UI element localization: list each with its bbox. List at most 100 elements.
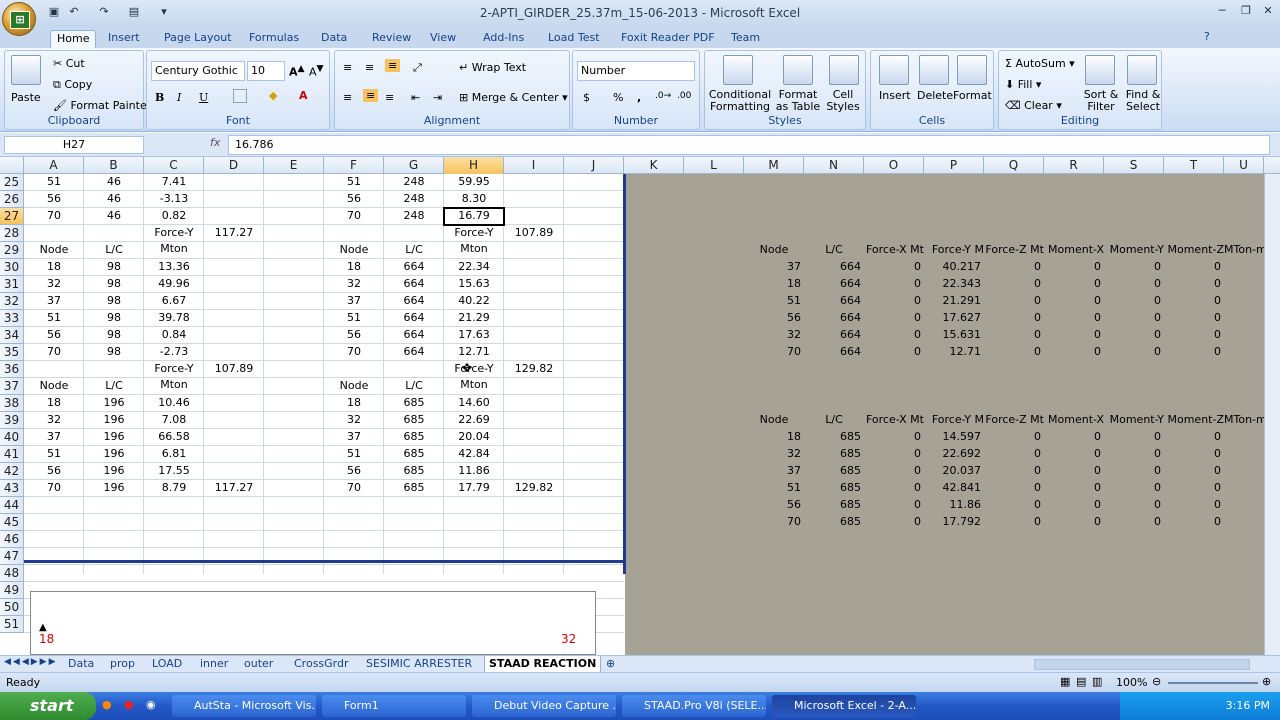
right-table-cell[interactable]: 22.692 — [924, 446, 984, 463]
align-left-icon[interactable]: ≡ — [343, 91, 352, 104]
right-table-cell[interactable]: 664 — [804, 276, 864, 293]
insert-cells-icon[interactable] — [879, 55, 909, 85]
row-header-51[interactable]: 51 — [0, 616, 24, 633]
autosum-button[interactable]: Σ AutoSum ▾ — [1005, 57, 1075, 70]
right-table-cell[interactable]: 40.217 — [924, 259, 984, 276]
cell[interactable]: 12.71 — [444, 344, 504, 361]
cell[interactable]: 98 — [84, 293, 144, 310]
right-table-cell[interactable]: 0 — [864, 344, 924, 361]
cell[interactable]: Node — [324, 378, 384, 395]
sheet-tab-staad-reaction[interactable]: STAAD REACTION — [484, 656, 602, 673]
right-table-cell[interactable]: 0 — [1044, 497, 1104, 514]
page-layout-view-icon[interactable]: ▤ — [1076, 675, 1086, 688]
right-table-header[interactable]: MTon-m — [1224, 242, 1264, 259]
right-table-header[interactable]: Moment-Z — [1164, 412, 1225, 429]
underline-icon[interactable]: U — [199, 91, 208, 104]
row-header-47[interactable]: 47 — [0, 548, 24, 565]
shrink-font-icon[interactable]: A▼ — [309, 63, 324, 79]
cell-header-force-y[interactable]: Force-Y Mton — [444, 361, 504, 395]
sheet-tab-inner[interactable]: inner — [196, 656, 232, 673]
right-table-cell[interactable]: 685 — [804, 463, 864, 480]
cell[interactable]: 17.63 — [444, 327, 504, 344]
right-table-header[interactable]: L/C — [804, 412, 864, 429]
right-table-cell[interactable]: 0 — [1044, 344, 1104, 361]
right-table-cell[interactable]: 0 — [1164, 327, 1224, 344]
cell[interactable]: Node — [24, 242, 84, 259]
borders-icon[interactable] — [233, 89, 247, 103]
cell[interactable]: 37 — [24, 429, 84, 446]
cell[interactable]: Node — [24, 378, 84, 395]
right-table-cell[interactable]: 18 — [744, 276, 804, 293]
right-table-cell[interactable]: 0 — [864, 446, 924, 463]
cell[interactable]: 685 — [384, 480, 444, 497]
row-header-27[interactable]: 27 — [0, 208, 24, 225]
cell[interactable]: 664 — [384, 293, 444, 310]
cell-styles-icon[interactable] — [829, 55, 859, 85]
right-table-cell[interactable]: 0 — [1044, 276, 1104, 293]
cell[interactable]: 70 — [24, 208, 84, 225]
right-table-header[interactable]: Force-X Mt — [864, 412, 924, 429]
increase-indent-icon[interactable]: ⇥ — [433, 91, 442, 104]
row-header-30[interactable]: 30 — [0, 259, 24, 276]
cell[interactable]: 10.46 — [144, 395, 204, 412]
cell[interactable]: 664 — [384, 276, 444, 293]
right-table-cell[interactable]: 0 — [984, 480, 1044, 497]
right-table-cell[interactable]: 0 — [1164, 344, 1224, 361]
cell[interactable]: 70 — [324, 480, 384, 497]
insert-cells-button[interactable]: Insert — [879, 89, 911, 102]
tab-home[interactable]: Home — [50, 30, 97, 48]
right-table-cell[interactable]: 0 — [1104, 344, 1164, 361]
minimize-icon[interactable]: ─ — [1212, 4, 1232, 20]
cell[interactable]: 37 — [24, 293, 84, 310]
save-icon[interactable]: ▣ — [46, 4, 62, 20]
sheet-tab-crossgrdr[interactable]: CrossGrdr — [290, 656, 353, 673]
cell[interactable]: 98 — [84, 310, 144, 327]
cell[interactable]: 22.69 — [444, 412, 504, 429]
right-table-cell[interactable]: 0 — [864, 310, 924, 327]
cell[interactable]: 21.29 — [444, 310, 504, 327]
row-header-34[interactable]: 34 — [0, 327, 24, 344]
format-cells-button[interactable]: Format — [953, 89, 992, 102]
task-autsta[interactable]: AutSta - Microsoft Vis... — [172, 695, 316, 717]
tab-data[interactable]: Data — [315, 30, 353, 48]
find-select-button[interactable]: Find & Select — [1123, 89, 1163, 113]
right-table-cell[interactable]: 32 — [744, 446, 804, 463]
sheet-tab-prop[interactable]: prop — [106, 656, 139, 673]
decrease-decimal-icon[interactable]: .00 — [677, 91, 691, 101]
paste-button[interactable]: Paste — [11, 91, 41, 104]
row-header-40[interactable]: 40 — [0, 429, 24, 446]
task-form1[interactable]: Form1 — [322, 695, 466, 717]
right-table-cell[interactable]: 685 — [804, 429, 864, 446]
right-table-cell[interactable]: 0 — [1104, 480, 1164, 497]
cell[interactable]: 8.30 — [444, 191, 504, 208]
right-table-header[interactable]: Moment-X — [1044, 412, 1104, 429]
cell[interactable]: 196 — [84, 429, 144, 446]
cell[interactable]: 70 — [324, 208, 384, 225]
cell[interactable]: 70 — [324, 344, 384, 361]
right-table-cell[interactable]: 0 — [864, 480, 924, 497]
cell[interactable]: 248 — [384, 191, 444, 208]
right-table-cell[interactable]: 0 — [1104, 327, 1164, 344]
row-header-32[interactable]: 32 — [0, 293, 24, 310]
cell[interactable]: 196 — [84, 395, 144, 412]
maximize-icon[interactable]: ❐ — [1236, 4, 1256, 20]
sort-filter-icon[interactable] — [1085, 55, 1115, 85]
cell[interactable]: 51 — [24, 174, 84, 191]
right-table-cell[interactable]: 0 — [984, 327, 1044, 344]
right-table-cell[interactable]: 0 — [1044, 293, 1104, 310]
row-header-38[interactable]: 38 — [0, 395, 24, 412]
right-table-cell[interactable]: 0 — [864, 276, 924, 293]
format-table-icon[interactable] — [783, 55, 813, 85]
zoom-slider[interactable] — [1168, 682, 1258, 684]
cell[interactable]: 32 — [24, 412, 84, 429]
cell[interactable]: 685 — [384, 446, 444, 463]
normal-view-icon[interactable]: ▦ — [1060, 675, 1070, 688]
row-header-36[interactable]: 36 — [0, 361, 24, 378]
right-table-cell[interactable]: 37 — [744, 463, 804, 480]
right-table-cell[interactable]: 0 — [1104, 446, 1164, 463]
cell[interactable]: 685 — [384, 463, 444, 480]
cell[interactable]: 98 — [84, 276, 144, 293]
row-header-49[interactable]: 49 — [0, 582, 24, 599]
font-name-select[interactable]: Century Gothic — [151, 61, 245, 81]
right-table-cell[interactable]: 685 — [804, 480, 864, 497]
